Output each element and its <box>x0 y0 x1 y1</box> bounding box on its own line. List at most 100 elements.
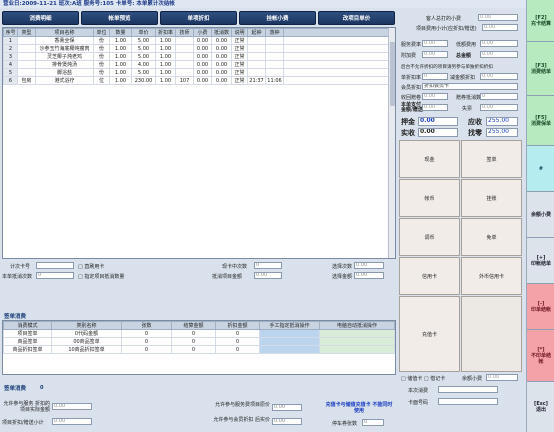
item-discount-button[interactable]: 单项折扣 <box>160 11 237 25</box>
table-row[interactable]: 商品签单 00商品签单 0 0 0 <box>3 337 395 346</box>
sidebar-exit[interactable]: [Esc] 退出 <box>527 382 554 432</box>
col-header[interactable]: 序号 <box>3 28 18 37</box>
col-header[interactable]: 电脑自动抵消操作 <box>319 321 395 330</box>
consume-detail-button[interactable]: 消费明细 <box>2 11 79 25</box>
sidebar-no-print-close[interactable]: [*] 不印单结 帐 <box>527 330 554 382</box>
this-times-input[interactable]: 0 <box>36 272 74 279</box>
card-no-input[interactable] <box>438 386 498 393</box>
received-input[interactable]: 0.00 <box>418 128 458 137</box>
sidebar-hash[interactable]: # <box>527 146 554 192</box>
table-cell[interactable] <box>319 329 395 338</box>
service-fee-input[interactable]: 0.00 <box>422 40 448 47</box>
deposit-input[interactable]: 0.00 <box>418 117 458 126</box>
total-fee-input[interactable]: 0.00 <box>480 51 518 58</box>
pay-cash-button[interactable]: 现金 <box>399 140 460 178</box>
this-card-input[interactable]: 0.00 <box>422 104 448 111</box>
receive-input[interactable]: 0.00 <box>422 93 448 100</box>
guest-tip-input[interactable]: 0.00 <box>478 14 518 21</box>
col-header[interactable]: 小费 <box>193 28 212 37</box>
direct-card-checkbox[interactable]: □ 直刷用卡 <box>78 263 104 270</box>
table-cell <box>17 52 36 61</box>
card-code-input[interactable] <box>438 398 498 405</box>
sidebar-recharge-settle[interactable]: [F2] 充卡结算 <box>527 0 554 42</box>
col-header[interactable]: 项目名称 <box>35 28 94 37</box>
col-header[interactable]: 结算金额 <box>171 321 216 330</box>
pay-credit-card-button[interactable]: 信用卡 <box>399 257 460 295</box>
count-card-input[interactable] <box>36 262 74 269</box>
card-type-checkbox[interactable]: □ 储值卡 □ 借记卡 <box>401 375 445 382</box>
sidebar-balance-tip[interactable]: 余额小费 <box>527 192 554 238</box>
table-cell[interactable] <box>319 345 395 354</box>
table-row[interactable]: 1 香熏全保份 1.00 5.00 1.00 0.00 0.00 正常 <box>3 36 395 45</box>
col-header[interactable]: 说明 <box>231 28 248 37</box>
choose-money-input[interactable]: 0.00 <box>354 272 384 279</box>
sidebar-consume-save[interactable]: [F5] 消费保单 <box>527 96 554 146</box>
low-fee-input[interactable]: 0.00 <box>480 40 518 47</box>
col-header[interactable]: 抵消数 <box>211 28 232 37</box>
table-cell: 3 <box>3 52 18 61</box>
table-row[interactable]: 3 灵芝椰子炖老鸡份 1.00 5.00 1.00 0.00 0.00 正常 <box>3 52 395 61</box>
sidebar-consume-close[interactable]: [F3] 消费结单 <box>527 42 554 96</box>
scrollbar-thumb[interactable] <box>390 42 395 106</box>
table-cell[interactable] <box>259 337 320 346</box>
table-cell[interactable] <box>319 337 395 346</box>
sidebar-print-close[interactable]: [+] 印帐结单 <box>527 238 554 284</box>
table-row[interactable]: 5 脚浴盐份 1.00 5.00 1.00 0.00 0.00 正常 <box>3 68 395 77</box>
table-row[interactable]: 项目签单 0代码金额 0 0 0 <box>3 329 395 338</box>
item-grid[interactable]: 序号 类型 项目名称 单位 数量 单价 折扣率 技师 小费 抵消数 说明 起钟 … <box>2 27 396 259</box>
member-rate-select[interactable]: 折扣会员卡 <box>422 83 518 90</box>
table-cell[interactable] <box>259 329 320 338</box>
col-header[interactable]: 单价 <box>131 28 156 37</box>
recharge-count-input[interactable]: 0.00 <box>354 262 384 269</box>
col-header[interactable]: 数量 <box>109 28 132 37</box>
sidebar-print-bill[interactable]: [-] 印单结帐 <box>527 284 554 330</box>
col-header[interactable]: 折扣率 <box>155 28 176 37</box>
col-header[interactable]: 张数 <box>121 321 172 330</box>
sign-consume-table[interactable]: 消费模式 类别名称 张数 结算金额 折扣金额 手工指定抵消操作 电脑自动抵消操作… <box>2 320 396 375</box>
col-header[interactable]: 落钟 <box>265 28 284 37</box>
table-cell: 0.00 <box>193 76 212 85</box>
col-header[interactable]: 类型 <box>17 28 36 37</box>
reduce-input[interactable]: 0.00 <box>480 73 518 80</box>
member-price-input[interactable]: 0.00 <box>272 404 302 411</box>
grid-scrollbar[interactable] <box>388 28 395 258</box>
in-card-times-input[interactable]: 0 <box>254 262 282 269</box>
table-row[interactable]: 4 排骨煲炖汤份 1.00 4.00 1.00 0.00 0.00 正常 <box>3 60 395 69</box>
col-header[interactable]: 类别名称 <box>51 321 122 330</box>
pay-foreign-card-button[interactable]: 外币信用卡 <box>461 257 522 295</box>
col-header[interactable]: 单位 <box>93 28 110 37</box>
table-row[interactable]: 6 包房 港式浴疗位 1.00 230.00 1.00 107 0.00 0.00 正常 21:37… <box>3 76 395 85</box>
col-header[interactable]: 手工指定抵消操作 <box>259 321 320 330</box>
table-cell[interactable] <box>259 345 320 354</box>
pay-account-button[interactable]: 挂账 <box>461 179 522 217</box>
deduct-amount-input[interactable]: 0.00 <box>254 272 282 279</box>
table-row[interactable]: 2 沙参玉竹海底椰炖瘦肉份 1.00 5.00 1.00 0.00 0.00 正常 <box>3 44 395 53</box>
ticket-input[interactable]: 0 <box>480 93 518 100</box>
col-header[interactable]: 技师 <box>175 28 194 37</box>
stop-count-label: 停车券张数 <box>332 421 358 427</box>
stop-count-input[interactable]: 0 <box>362 419 384 426</box>
table-row[interactable]: 商品折扣签单 10商品折扣签单 0 0 0 <box>3 345 395 354</box>
card-balance-input[interactable]: 0.00 <box>486 374 518 381</box>
col-header[interactable]: 起钟 <box>247 28 266 37</box>
total-rate-input[interactable]: 0.00 <box>272 418 302 425</box>
specify-deduct-checkbox[interactable]: □ 指定项目抵消数量 <box>78 273 124 280</box>
pay-coin-button[interactable]: 调币 <box>399 218 460 256</box>
bill-preview-button[interactable]: 帐单预览 <box>81 11 158 25</box>
pay-sign-button[interactable]: 签单 <box>461 140 522 178</box>
shortage-input[interactable]: 0.00 <box>480 104 518 111</box>
discount-prompt: 后台不允许折扣的项目请另参与单独折扣折扣 <box>401 65 493 70</box>
col-header[interactable]: 折扣金额 <box>215 321 260 330</box>
pay-token-button[interactable]: 帐币 <box>399 179 460 217</box>
project-total-input[interactable]: 0.00 <box>482 24 518 31</box>
change-price-button[interactable]: 改项目单价 <box>318 11 395 25</box>
col-header[interactable]: 消费模式 <box>3 321 52 330</box>
single-discount-input[interactable]: 0 <box>422 73 448 80</box>
pay-stored-card-button[interactable]: 充值卡 <box>399 296 460 372</box>
add-fee-input[interactable]: 0.00 <box>422 51 448 58</box>
pay-free-button[interactable]: 免单 <box>461 218 522 256</box>
tip-account-button[interactable]: 挂帐小费 <box>239 11 316 25</box>
free-project-input[interactable]: 0.00 <box>52 418 92 425</box>
change-label: 找零 <box>468 129 482 137</box>
allow-project-input[interactable]: 0.00 <box>52 403 92 410</box>
